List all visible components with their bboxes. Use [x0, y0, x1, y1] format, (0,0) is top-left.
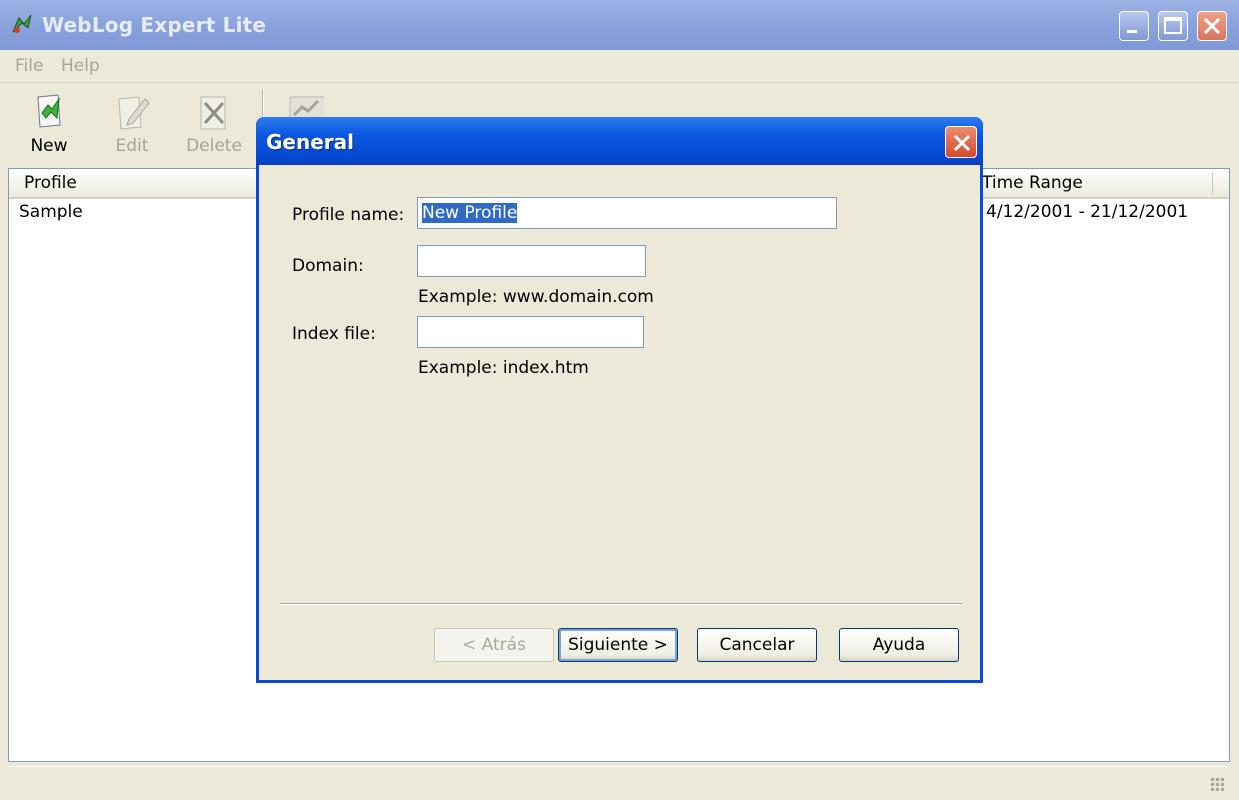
general-dialog: General Profile name: New Profile Domain…: [256, 117, 983, 683]
cancel-button[interactable]: Cancelar: [697, 628, 817, 662]
new-button-label: New: [30, 136, 68, 156]
edit-button-label: Edit: [115, 136, 149, 156]
status-bar: [8, 766, 1230, 795]
help-button[interactable]: Ayuda: [839, 628, 959, 662]
app-icon: [10, 12, 34, 36]
dialog-title: General: [266, 130, 354, 154]
column-divider[interactable]: [1212, 173, 1213, 195]
delete-button-label: Delete: [186, 136, 242, 156]
profile-name-label: Profile name:: [292, 205, 405, 225]
minimize-button[interactable]: [1119, 11, 1149, 41]
column-profile[interactable]: Profile: [24, 173, 77, 193]
delete-button[interactable]: Delete: [179, 83, 249, 163]
next-button[interactable]: Siguiente >: [558, 628, 678, 662]
menu-bar: File Help: [0, 50, 1239, 83]
index-file-hint: Example: index.htm: [418, 358, 589, 378]
close-button[interactable]: [1197, 11, 1227, 41]
dialog-title-bar[interactable]: General: [256, 117, 983, 165]
row-profile-cell: Sample: [19, 202, 83, 222]
resize-grip-icon[interactable]: [1210, 777, 1224, 791]
dialog-separator: [280, 603, 962, 605]
domain-label: Domain:: [292, 256, 364, 276]
delete-icon: [197, 91, 233, 131]
index-file-label: Index file:: [292, 324, 376, 344]
close-icon: [953, 134, 971, 152]
new-button[interactable]: New: [14, 83, 84, 163]
back-button[interactable]: < Atrás: [434, 628, 554, 662]
profile-name-input[interactable]: New Profile: [417, 197, 837, 229]
maximize-button[interactable]: [1158, 11, 1188, 41]
domain-input[interactable]: [417, 245, 646, 277]
profile-name-value: New Profile: [422, 203, 518, 223]
row-time-range-cell: 4/12/2001 - 21/12/2001: [986, 202, 1189, 222]
edit-icon: [115, 91, 151, 131]
title-bar[interactable]: WebLog Expert Lite: [0, 0, 1239, 50]
menu-file[interactable]: File: [15, 56, 43, 76]
edit-button[interactable]: Edit: [97, 83, 167, 163]
dialog-close-button[interactable]: [945, 126, 977, 158]
index-file-input[interactable]: [417, 316, 644, 348]
domain-hint: Example: www.domain.com: [418, 287, 654, 307]
menu-help[interactable]: Help: [61, 56, 100, 76]
window-title: WebLog Expert Lite: [42, 13, 267, 37]
column-time-range[interactable]: Time Range: [982, 173, 1083, 193]
new-profile-icon: [32, 91, 68, 131]
